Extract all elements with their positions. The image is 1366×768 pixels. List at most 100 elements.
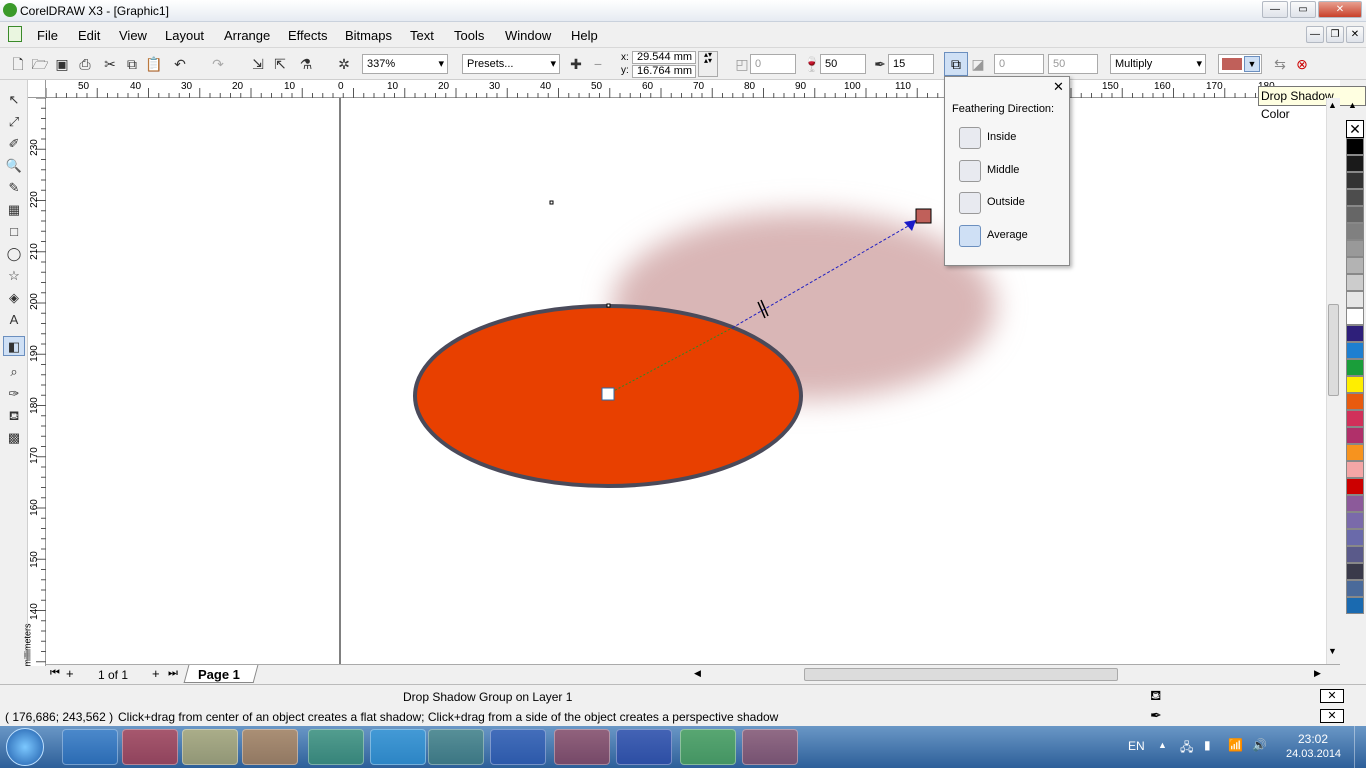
palette-swatch[interactable] xyxy=(1346,342,1364,359)
palette-swatch[interactable] xyxy=(1346,410,1364,427)
menu-file[interactable]: File xyxy=(37,28,58,43)
palette-swatch[interactable] xyxy=(1346,325,1364,342)
palette-swatch[interactable] xyxy=(1346,274,1364,291)
add-page-after-icon[interactable]: + xyxy=(152,666,160,681)
coreldraw-icon[interactable] xyxy=(680,729,736,765)
tray-expand-icon[interactable]: ▲ xyxy=(1158,740,1167,750)
palette-swatch[interactable] xyxy=(1346,155,1364,172)
y-offset-input[interactable]: 16.764 mm xyxy=(632,65,696,78)
acrobat-icon[interactable] xyxy=(554,729,610,765)
doc-minimize-button[interactable]: — xyxy=(1306,26,1324,43)
chevron-down-icon[interactable]: ▼ xyxy=(1244,56,1260,72)
maximize-button[interactable]: ▭ xyxy=(1290,1,1316,18)
palette-swatch[interactable] xyxy=(1346,376,1364,393)
volume-icon[interactable]: 🔊 xyxy=(1252,738,1267,752)
ruler-origin[interactable] xyxy=(28,80,46,98)
angle-input[interactable]: 0 xyxy=(750,54,796,74)
cut-icon[interactable]: ✂ xyxy=(100,54,120,74)
palette-swatch[interactable] xyxy=(1346,529,1364,546)
add-preset-icon[interactable]: ✚ xyxy=(566,54,586,74)
explorer-icon[interactable] xyxy=(182,729,238,765)
palette-swatch[interactable] xyxy=(1346,427,1364,444)
palette-scroll-up[interactable]: ▲ xyxy=(1348,100,1357,110)
copy-icon[interactable]: ⧉ xyxy=(122,54,142,74)
scroll-thumb[interactable] xyxy=(1328,304,1339,396)
hscroll-right-arrow[interactable]: ▶ xyxy=(1314,668,1321,679)
corel-online-icon[interactable]: ✲ xyxy=(334,54,354,74)
horizontal-scrollbar-thumb[interactable] xyxy=(804,668,1118,681)
palette-swatch[interactable] xyxy=(1346,172,1364,189)
shadow-color-picker[interactable]: ▼ xyxy=(1218,54,1262,74)
palette-swatch[interactable] xyxy=(1346,546,1364,563)
palette-swatch[interactable] xyxy=(1346,478,1364,495)
menu-bitmaps[interactable]: Bitmaps xyxy=(345,28,392,43)
remove-preset-icon[interactable]: − xyxy=(588,54,608,74)
menu-view[interactable]: View xyxy=(119,28,147,43)
rectangle-tool-icon[interactable]: □ xyxy=(3,222,25,242)
clock-date[interactable]: 24.03.2014 xyxy=(1286,748,1341,760)
save-icon[interactable]: ▣ xyxy=(52,54,72,74)
feathering-direction-button[interactable]: ⧉ xyxy=(944,52,968,76)
palette-swatch[interactable] xyxy=(1346,597,1364,614)
zoom-tool-icon[interactable]: 🔍 xyxy=(3,156,25,176)
signal-icon[interactable]: 📶 xyxy=(1228,738,1243,752)
battery-icon[interactable]: ▮ xyxy=(1204,738,1211,752)
zoom-select[interactable]: 337% ▾ xyxy=(362,54,448,74)
palette-swatch[interactable] xyxy=(1346,495,1364,512)
palette-swatch[interactable] xyxy=(1346,359,1364,376)
scroll-up-arrow[interactable]: ▲ xyxy=(1328,100,1337,110)
palette-swatch[interactable] xyxy=(1346,308,1364,325)
palette-swatch[interactable] xyxy=(1346,206,1364,223)
close-icon[interactable]: ✕ xyxy=(1053,79,1064,95)
feather-inside-option[interactable]: Inside xyxy=(959,127,1069,153)
x-offset-input[interactable]: 29.544 mm xyxy=(632,51,696,64)
palette-swatch[interactable] xyxy=(1346,291,1364,308)
menu-help[interactable]: Help xyxy=(571,28,598,43)
palette-swatch[interactable] xyxy=(1346,240,1364,257)
polygon-tool-icon[interactable]: ☆ xyxy=(3,266,25,286)
outline-tool-icon[interactable]: ✑ xyxy=(3,384,25,404)
opacity-input[interactable]: 50 xyxy=(820,54,866,74)
palette-swatch[interactable] xyxy=(1346,512,1364,529)
chrome-icon[interactable] xyxy=(308,729,364,765)
export-icon[interactable]: ⇱ xyxy=(270,54,290,74)
doc-restore-button[interactable]: ❐ xyxy=(1326,26,1344,43)
presets-select[interactable]: Presets... ▾ xyxy=(462,54,560,74)
feather-input[interactable]: 15 xyxy=(888,54,934,74)
basic-shapes-tool-icon[interactable]: ◈ xyxy=(3,288,25,308)
hscroll-left-arrow[interactable]: ◀ xyxy=(694,668,701,679)
redo-icon[interactable]: ↷ xyxy=(208,54,228,74)
blend-mode-select[interactable]: Multiply ▾ xyxy=(1110,54,1206,74)
books-icon[interactable] xyxy=(742,729,798,765)
feather-average-option[interactable]: Average xyxy=(959,225,1069,251)
palette-swatch[interactable] xyxy=(1346,580,1364,597)
horizontal-ruler[interactable]: 50 40 30 20 10 0 10 20 30 40 50 60 70 80… xyxy=(45,80,1340,98)
menu-layout[interactable]: Layout xyxy=(165,28,204,43)
word-icon[interactable] xyxy=(490,729,546,765)
scroll-down-arrow[interactable]: ▼ xyxy=(1328,646,1337,656)
drawing-canvas[interactable] xyxy=(46,98,1326,666)
print-icon[interactable]: ⎙ xyxy=(75,54,95,74)
picture-viewer-icon[interactable] xyxy=(428,729,484,765)
palette-swatch[interactable] xyxy=(1346,563,1364,580)
network-icon[interactable]: 🖧 xyxy=(1180,738,1193,759)
eyedropper-tool-icon[interactable]: ⌕ xyxy=(3,362,25,382)
feathering-edges-button[interactable]: ◪ xyxy=(968,54,988,74)
menu-edit[interactable]: Edit xyxy=(78,28,100,43)
pick-tool-icon[interactable]: ↖ xyxy=(3,90,25,110)
palette-swatch[interactable] xyxy=(1346,223,1364,240)
interactive-fill-tool-icon[interactable]: ▩ xyxy=(3,428,25,448)
first-page-icon[interactable]: ⏮ xyxy=(50,667,60,680)
feather-middle-option[interactable]: Middle xyxy=(959,160,1069,186)
lingvo-icon[interactable] xyxy=(122,729,178,765)
menu-tools[interactable]: Tools xyxy=(454,28,484,43)
minimize-button[interactable]: — xyxy=(1262,1,1288,18)
palette-swatch[interactable] xyxy=(1346,393,1364,410)
text-tool-icon[interactable]: A xyxy=(3,310,25,330)
clock-time[interactable]: 23:02 xyxy=(1298,732,1328,746)
palette-swatch[interactable] xyxy=(1346,461,1364,478)
add-page-icon[interactable]: + xyxy=(66,666,74,681)
open-icon[interactable]: 🗁 xyxy=(30,54,50,74)
start-button[interactable] xyxy=(6,728,44,766)
undo-icon[interactable]: ↶ xyxy=(170,54,190,74)
